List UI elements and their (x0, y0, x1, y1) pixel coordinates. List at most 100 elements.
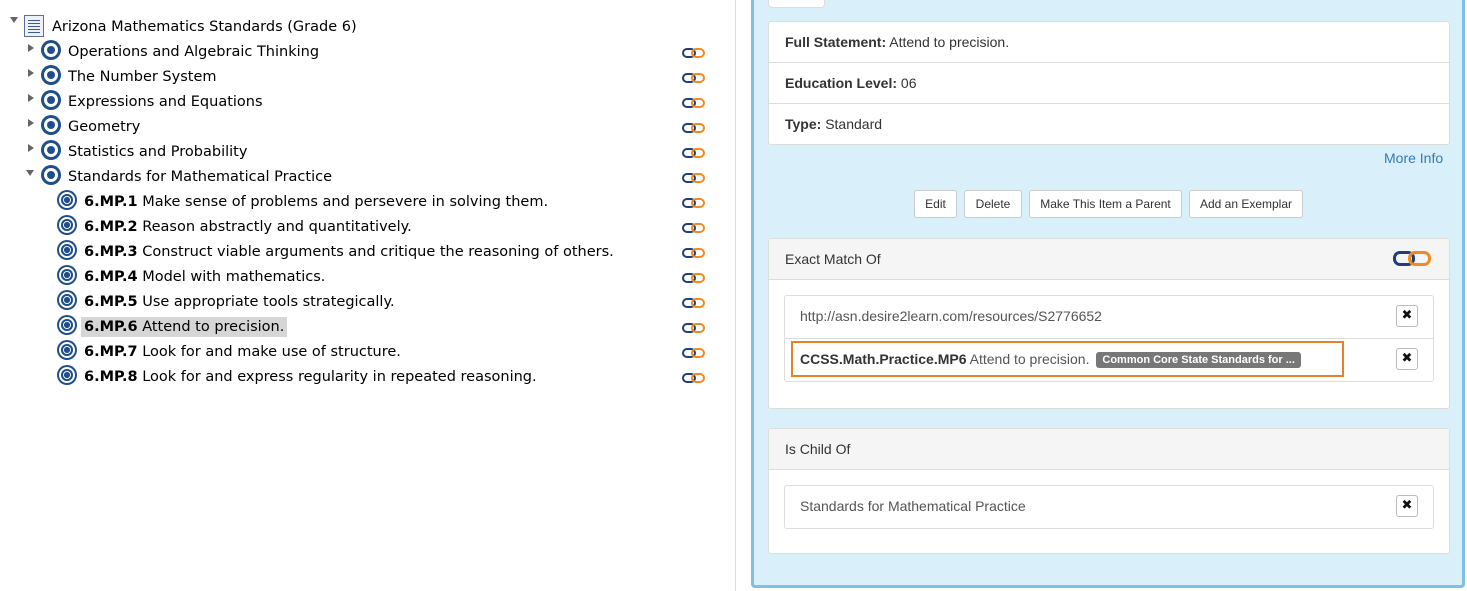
exact-match-card: Exact Match Of http://asn.desire2learn.c… (768, 238, 1450, 409)
bullseye-icon (41, 40, 61, 60)
link-icon[interactable] (682, 73, 706, 83)
bullseye-icon (57, 190, 77, 210)
education-level-label: Education Level: (785, 75, 898, 91)
make-parent-button[interactable]: Make This Item a Parent (1029, 190, 1182, 218)
standard-code: 6.MP.6 (84, 319, 138, 335)
bullseye-icon (41, 65, 61, 85)
tree-item-label[interactable]: Geometry (68, 117, 140, 137)
exact-match-heading: Exact Match Of (769, 239, 1449, 280)
standard-text: Look for and express regularity in repea… (142, 369, 537, 385)
bullseye-icon (57, 365, 77, 385)
type-row: Type: Standard (769, 104, 1449, 144)
standard-text: Reason abstractly and quantitatively. (142, 219, 412, 235)
link-icon[interactable] (682, 173, 706, 183)
expand-toggle-root[interactable] (10, 17, 18, 23)
tree-item-label[interactable]: Standards for Mathematical Practice (68, 167, 332, 187)
standard-label[interactable]: 6.MP.2 Reason abstractly and quantitativ… (84, 217, 412, 237)
child-of-list: Standards for Mathematical Practice ✖ (784, 485, 1434, 529)
type-label: Type: (785, 116, 822, 132)
standard-label[interactable]: 6.MP.7 Look for and make use of structur… (84, 342, 401, 362)
bullseye-icon (57, 315, 77, 335)
full-statement-label: Full Statement: (785, 34, 887, 50)
link-icon[interactable] (682, 323, 706, 333)
standard-label[interactable]: 6.MP.3 Construct viable arguments and cr… (84, 242, 614, 262)
standard-label[interactable]: 6.MP.1 Make sense of problems and persev… (84, 192, 548, 212)
expand-toggle[interactable] (28, 144, 34, 152)
child-of-heading: Is Child Of (769, 429, 1449, 470)
bullseye-icon (57, 290, 77, 310)
full-statement-row: Full Statement: Attend to precision. (769, 22, 1449, 63)
edit-button[interactable]: Edit (914, 190, 957, 218)
bullseye-icon (41, 115, 61, 135)
parent-item[interactable]: Standards for Mathematical Practice (800, 498, 1026, 514)
expand-toggle[interactable] (28, 119, 34, 127)
exact-match-title: Exact Match Of (785, 251, 881, 267)
bullseye-icon (57, 265, 77, 285)
link-icon[interactable] (682, 373, 706, 383)
pane-divider[interactable] (735, 0, 736, 591)
standard-text: Model with mathematics. (142, 269, 326, 285)
highlight-box (791, 341, 1344, 377)
close-icon: ✖ (1401, 498, 1413, 513)
bullseye-icon (57, 340, 77, 360)
expand-toggle[interactable] (28, 94, 34, 102)
add-exemplar-button[interactable]: Add an Exemplar (1189, 190, 1303, 218)
delete-button[interactable]: Delete (964, 190, 1022, 218)
expand-toggle[interactable] (26, 170, 34, 176)
link-icon[interactable] (682, 148, 706, 158)
remove-button[interactable]: ✖ (1396, 348, 1418, 370)
standard-text: Look for and make use of structure. (142, 344, 401, 360)
education-level-value: 06 (900, 75, 917, 91)
link-icon[interactable] (682, 98, 706, 108)
link-icon[interactable] (682, 348, 706, 358)
more-info-link[interactable]: More Info (1384, 150, 1443, 166)
details-box: Full Statement: Attend to precision. Edu… (768, 21, 1450, 145)
list-item: CCSS.Math.Practice.MP6 Attend to precisi… (785, 339, 1433, 381)
link-icon[interactable] (682, 273, 706, 283)
detail-panel: Full Statement: Attend to precision. Edu… (751, 0, 1465, 588)
standard-label[interactable]: 6.MP.8 Look for and express regularity i… (84, 367, 537, 387)
remove-button[interactable]: ✖ (1396, 495, 1418, 517)
list-item: http://asn.desire2learn.com/resources/S2… (785, 296, 1433, 339)
tree-item-label[interactable]: Expressions and Equations (68, 92, 263, 112)
standard-code: 6.MP.7 (84, 344, 138, 360)
bullseye-icon (57, 215, 77, 235)
standard-label[interactable]: 6.MP.6 Attend to precision. (81, 317, 288, 337)
tree-item-label[interactable]: The Number System (68, 67, 217, 87)
type-value: Standard (825, 116, 883, 132)
link-icon[interactable] (682, 198, 706, 208)
link-icon[interactable] (682, 48, 706, 58)
exact-match-list: http://asn.desire2learn.com/resources/S2… (784, 295, 1434, 382)
list-item: Standards for Mathematical Practice ✖ (785, 486, 1433, 528)
tree-item-label[interactable]: Statistics and Probability (68, 142, 247, 162)
education-level-row: Education Level: 06 (769, 63, 1449, 104)
match-url[interactable]: http://asn.desire2learn.com/resources/S2… (800, 308, 1102, 324)
standard-label[interactable]: 6.MP.5 Use appropriate tools strategical… (84, 292, 395, 312)
standard-code: 6.MP.2 (84, 219, 138, 235)
panel-tab[interactable] (768, 0, 825, 8)
document-icon (24, 15, 44, 37)
expand-toggle[interactable] (28, 69, 34, 77)
link-icon[interactable] (682, 248, 706, 258)
standard-code: 6.MP.8 (84, 369, 138, 385)
remove-button[interactable]: ✖ (1396, 305, 1418, 327)
link-icon[interactable] (682, 223, 706, 233)
standard-text: Use appropriate tools strategically. (142, 294, 395, 310)
child-of-card: Is Child Of Standards for Mathematical P… (768, 428, 1450, 554)
tree-root-label[interactable]: Arizona Mathematics Standards (Grade 6) (52, 17, 357, 37)
link-icon[interactable] (682, 298, 706, 308)
full-statement-value: Attend to precision. (889, 34, 1010, 50)
standard-label[interactable]: 6.MP.4 Model with mathematics. (84, 267, 325, 287)
expand-toggle[interactable] (28, 44, 34, 52)
link-icon[interactable] (682, 123, 706, 133)
close-icon: ✖ (1401, 351, 1413, 366)
child-of-title: Is Child Of (785, 441, 851, 457)
tree-item-label[interactable]: Operations and Algebraic Thinking (68, 42, 319, 62)
standard-text: Construct viable arguments and critique … (142, 244, 614, 260)
standard-code: 6.MP.1 (84, 194, 138, 210)
bullseye-icon (41, 165, 61, 185)
link-icon[interactable] (1393, 251, 1433, 267)
standard-text: Make sense of problems and persevere in … (142, 194, 549, 210)
standard-code: 6.MP.4 (84, 269, 138, 285)
bullseye-icon (57, 240, 77, 260)
